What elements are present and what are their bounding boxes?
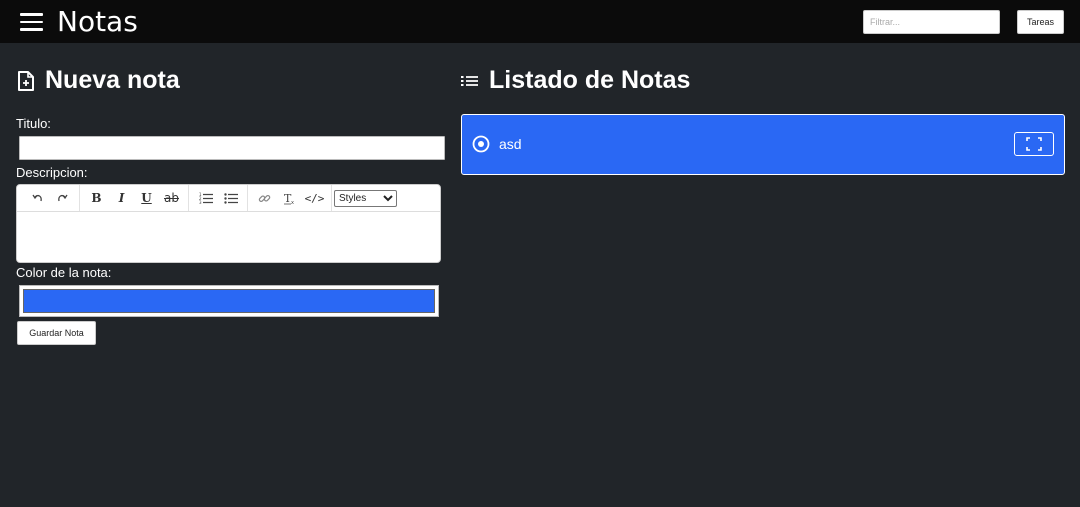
filter-input[interactable]: [863, 10, 1000, 34]
styles-select[interactable]: Styles: [334, 189, 397, 207]
svg-text:x: x: [291, 200, 294, 205]
color-label: Color de la nota:: [16, 265, 112, 280]
italic-button[interactable]: I: [109, 188, 134, 208]
description-label: Descripcion:: [16, 165, 88, 180]
bold-button[interactable]: B: [84, 188, 109, 208]
radio-circle-icon[interactable]: [472, 135, 490, 153]
note-color-picker[interactable]: [19, 285, 439, 317]
description-editor-body[interactable]: [17, 212, 440, 262]
expand-note-button[interactable]: [1014, 132, 1054, 156]
undo-icon[interactable]: [25, 188, 50, 208]
tasks-button[interactable]: Tareas: [1017, 10, 1064, 34]
new-note-heading: Nueva nota: [17, 66, 180, 95]
clear-format-icon[interactable]: T x: [277, 188, 302, 208]
app-title: Notas: [57, 5, 138, 38]
notes-list-heading: Listado de Notas: [461, 66, 690, 95]
list-icon: [461, 75, 478, 86]
new-note-title: Nueva nota: [45, 66, 180, 94]
underline-button[interactable]: U: [134, 188, 159, 208]
description-editor: B I U ab 1 2 3 T x </> Styles: [16, 184, 441, 263]
top-navbar: Notas Tareas: [0, 0, 1080, 43]
bullet-list-icon[interactable]: [218, 188, 243, 208]
strikethrough-button[interactable]: ab: [159, 188, 184, 208]
redo-icon[interactable]: [50, 188, 75, 208]
editor-toolbar: B I U ab 1 2 3 T x </> Styles: [17, 185, 440, 212]
note-card[interactable]: asd: [461, 114, 1065, 175]
title-label: Titulo:: [16, 116, 51, 131]
fullscreen-icon: [1026, 137, 1042, 151]
code-button[interactable]: </>: [302, 188, 327, 208]
notes-list-title: Listado de Notas: [489, 66, 691, 94]
svg-text:3: 3: [199, 200, 202, 204]
ordered-list-icon[interactable]: 1 2 3: [193, 188, 218, 208]
color-swatch: [23, 289, 435, 313]
save-note-button[interactable]: Guardar Nota: [17, 321, 96, 345]
menu-icon[interactable]: [20, 13, 43, 31]
file-plus-icon: [18, 70, 34, 91]
title-input[interactable]: [19, 136, 445, 160]
link-icon[interactable]: [252, 188, 277, 208]
note-title: asd: [499, 136, 522, 152]
